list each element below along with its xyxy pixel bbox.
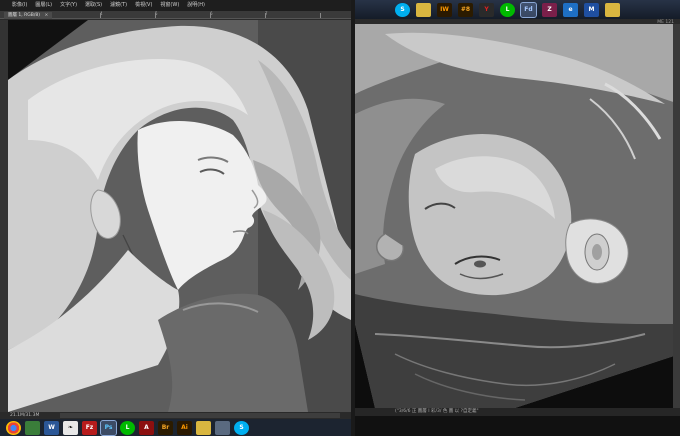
status-text: ("3/6/6 正 圖層 I 彩/3/ 色 圖 以 ?自定義" [395,409,479,414]
line-icon[interactable]: L [120,420,135,435]
canvas-left[interactable] [8,20,351,412]
right-monitor: S IW #8 Y L Fd Z e M ME 121 ("3/6/6 正 圖層… [355,0,680,436]
memory-status: 21.1M/31.3M [10,413,40,418]
menu-item-type[interactable]: 文字(Y) [60,0,77,11]
acrobat-icon[interactable]: A [139,420,154,435]
folder-icon[interactable] [196,420,211,435]
tool-strip[interactable] [0,20,8,412]
ruler-tick [155,13,156,18]
ruler-tick [320,13,321,18]
bridge-icon[interactable]: Br [158,420,173,435]
ie-icon[interactable]: e [563,2,578,17]
illustrator-icon[interactable]: Ai [177,420,192,435]
canvas-right[interactable] [355,24,680,408]
filezilla-icon[interactable]: Fz [82,420,97,435]
taskbar-left: W ❧ Fz Ps L A Br Ai S [0,419,351,436]
close-icon[interactable]: × [44,12,48,19]
ruler-tick [100,13,101,18]
menu-bar: 影像(I) 圖層(L) 文字(Y) 選取(S) 濾鏡(T) 檢視(V) 視窗(W… [0,0,351,11]
left-monitor: 影像(I) 圖層(L) 文字(Y) 選取(S) 濾鏡(T) 檢視(V) 視窗(W… [0,0,351,436]
menu-item-view[interactable]: 檢視(V) [135,0,152,11]
m-icon[interactable]: M [584,2,599,17]
bottom-bar [355,416,680,436]
line-icon[interactable]: L [500,2,515,17]
menu-item-image[interactable]: 影像(I) [12,0,27,11]
fd-icon[interactable]: Fd [520,1,537,18]
menu-item-filter[interactable]: 濾鏡(T) [110,0,127,11]
app2-icon[interactable] [215,420,230,435]
chrome-icon[interactable] [6,420,21,435]
word-icon[interactable]: W [44,420,59,435]
app-8-icon[interactable]: #8 [458,2,473,17]
app-icon[interactable]: ❧ [63,420,78,435]
horizontal-ruler: 4 5 6 7 [0,11,351,19]
app-y-icon[interactable]: Y [479,2,494,17]
menu-item-layer[interactable]: 圖層(L) [35,0,52,11]
skype-icon[interactable]: S [395,2,410,17]
menu-item-help[interactable]: 說明(H) [187,0,205,11]
document-tab-title: 圖層 1, RGB/8) [8,13,40,18]
menu-item-select[interactable]: 選取(S) [85,0,102,11]
taskbar-top: S IW #8 Y L Fd Z e M [355,0,680,19]
menu-item-window[interactable]: 視窗(W) [160,0,179,11]
status-bar-right: ("3/6/6 正 圖層 I 彩/3/ 色 圖 以 ?自定義" [355,408,680,416]
horizontal-scrollbar[interactable] [60,413,340,418]
winrar-icon[interactable]: Z [542,2,557,17]
skype-icon[interactable]: S [234,420,249,435]
document-tab[interactable]: 圖層 1, RGB/8) × [4,12,53,19]
ruler-tick [210,13,211,18]
artwork-portrait-profile [8,20,351,412]
ruler-tick [265,13,266,18]
artwork-reclining-figure [355,24,680,408]
folder-icon[interactable] [416,2,431,17]
folder2-icon[interactable] [605,2,620,17]
green-app-icon[interactable] [25,420,40,435]
vertical-ruler [673,24,680,408]
app-iw-icon[interactable]: IW [437,2,452,17]
photoshop-icon[interactable]: Ps [100,419,117,436]
